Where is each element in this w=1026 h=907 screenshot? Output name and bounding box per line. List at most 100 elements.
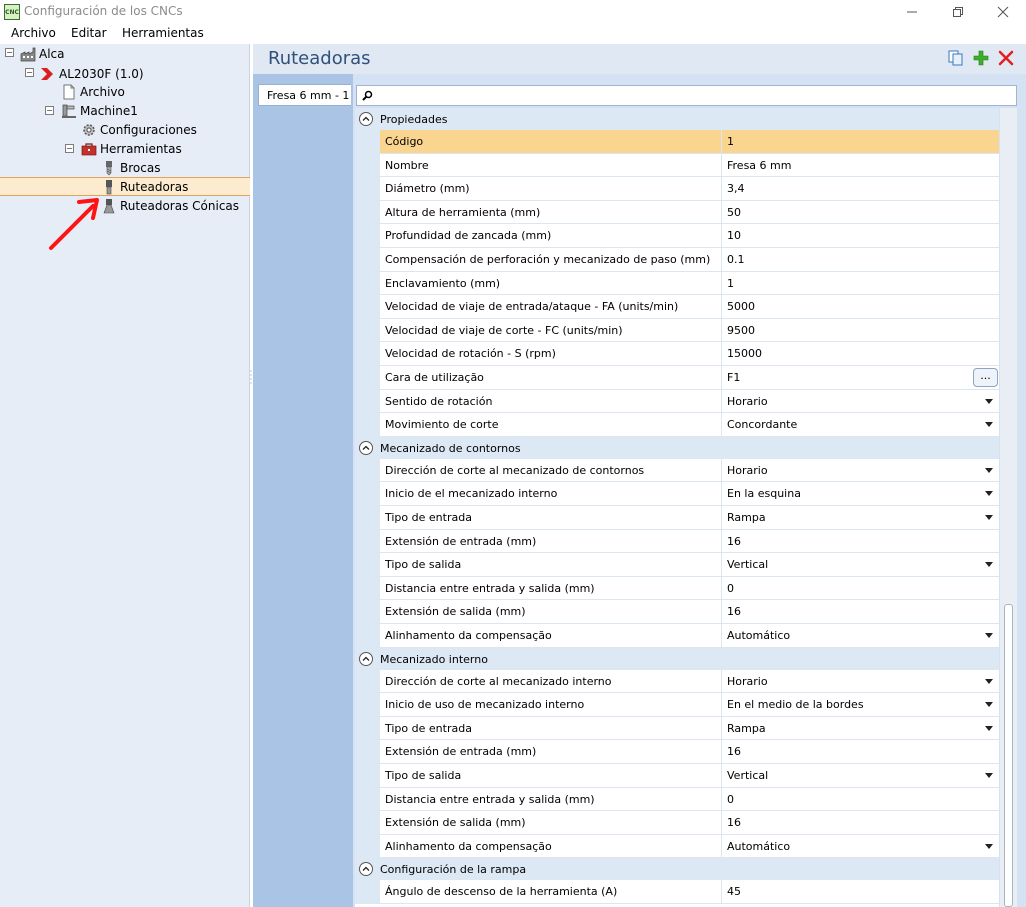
prop-value[interactable]: 16 — [722, 740, 999, 764]
prop-value[interactable]: 16 — [722, 530, 999, 554]
add-button[interactable] — [973, 50, 989, 66]
prop-value[interactable]: Rampa — [722, 506, 999, 530]
tree-item-brocas[interactable]: Brocas — [101, 158, 160, 177]
prop-value[interactable]: F1... — [722, 366, 999, 390]
expander-herramientas[interactable]: − — [65, 144, 74, 153]
prop-value[interactable]: 0 — [722, 577, 999, 601]
prop-value[interactable]: 1 — [722, 272, 999, 296]
prop-value[interactable]: Horario — [722, 459, 999, 483]
prop-value[interactable]: Rampa — [722, 717, 999, 741]
dropdown-arrow-icon[interactable] — [985, 773, 993, 778]
menu-herramientas[interactable]: Herramientas — [122, 26, 204, 40]
dropdown-arrow-icon[interactable] — [985, 725, 993, 731]
tab-fresa-6mm[interactable]: Fresa 6 mm - 1 — [258, 84, 351, 106]
tree-item-archivo[interactable]: Archivo — [61, 82, 125, 101]
tree-item-alca[interactable]: Alca — [20, 44, 65, 63]
prop-value[interactable]: 3,4 — [722, 177, 999, 201]
dropdown-arrow-icon[interactable] — [985, 633, 993, 638]
prop-row-c-tipo-salida[interactable]: Tipo de salida Vertical — [355, 553, 999, 577]
collapse-button[interactable] — [359, 862, 373, 877]
expander-alca[interactable]: − — [5, 48, 14, 57]
prop-row-c-alineamiento[interactable]: Alinhamento da compensação Automático — [355, 624, 999, 648]
prop-value[interactable]: 1 — [722, 130, 999, 154]
prop-row-codigo[interactable]: Código 1 — [355, 130, 999, 154]
prop-value[interactable]: 16 — [722, 811, 999, 835]
expander-machine1[interactable]: − — [45, 106, 54, 115]
tree-item-ruteadoras-conicas[interactable]: Ruteadoras Cónicas — [101, 196, 239, 215]
prop-row-profundidad[interactable]: Profundidad de zancada (mm) 10 — [355, 224, 999, 248]
dropdown-arrow-icon[interactable] — [985, 843, 993, 849]
section-propiedades[interactable]: Propiedades — [355, 108, 999, 130]
prop-row-i-ext-entrada[interactable]: Extensión de entrada (mm) 16 — [355, 740, 999, 764]
prop-row-vel-entrada[interactable]: Velocidad de viaje de entrada/ataque - F… — [355, 295, 999, 319]
dropdown-arrow-icon[interactable] — [985, 398, 993, 404]
delete-button[interactable] — [998, 50, 1014, 66]
prop-row-cara[interactable]: Cara de utilização F1... — [355, 366, 999, 390]
search-box[interactable] — [356, 85, 1017, 106]
dropdown-arrow-icon[interactable] — [985, 422, 993, 428]
collapse-button[interactable] — [359, 651, 373, 666]
prop-value[interactable]: Automático — [722, 835, 999, 859]
scrollbar-thumb[interactable] — [1004, 604, 1013, 907]
dropdown-arrow-icon[interactable] — [985, 467, 993, 473]
menu-archivo[interactable]: Archivo — [11, 26, 56, 40]
prop-value[interactable]: 50 — [722, 201, 999, 225]
search-input[interactable] — [377, 87, 1007, 104]
prop-value[interactable]: En el medio de la bordes — [722, 693, 999, 717]
prop-value[interactable]: 0.1 — [722, 248, 999, 272]
dropdown-arrow-icon[interactable] — [985, 562, 993, 568]
prop-row-i-ext-salida[interactable]: Extensión de salida (mm) 16 — [355, 811, 999, 835]
section-contornos[interactable]: Mecanizado de contornos — [355, 436, 999, 459]
prop-row-c-ext-salida[interactable]: Extensión de salida (mm) 16 — [355, 600, 999, 624]
prop-row-r-angulo[interactable]: Ángulo de descenso de la herramienta (A)… — [355, 880, 999, 904]
prop-row-i-direccion[interactable]: Dirección de corte al mecanizado interno… — [355, 669, 999, 694]
prop-row-c-direccion[interactable]: Dirección de corte al mecanizado de cont… — [355, 458, 999, 483]
prop-value[interactable]: 9500 — [722, 319, 999, 343]
prop-value[interactable]: 16 — [722, 600, 999, 624]
section-rampa[interactable]: Configuración de la rampa — [355, 858, 999, 881]
prop-row-i-distancia[interactable]: Distancia entre entrada y salida (mm) 0 — [355, 787, 999, 812]
tree-item-configuraciones[interactable]: Configuraciones — [81, 120, 197, 139]
prop-row-c-inicio[interactable]: Inicio de el mecanizado interno En la esq… — [355, 482, 999, 506]
prop-value[interactable]: Automático — [722, 624, 999, 648]
restore-button[interactable] — [935, 0, 981, 24]
prop-value[interactable]: 45 — [722, 880, 999, 904]
tree-item-al2030f[interactable]: AL2030F (1.0) — [40, 64, 144, 83]
prop-row-i-inicio[interactable]: Inicio de uso de mecanizado interno En el… — [355, 693, 999, 717]
prop-row-movimiento[interactable]: Movimiento de corte Concordante — [355, 413, 999, 437]
ellipsis-button[interactable]: ... — [973, 368, 998, 387]
prop-row-vel-rotacion[interactable]: Velocidad de rotación - S (rpm) 15000 — [355, 342, 999, 366]
prop-value[interactable]: En la esquina — [722, 482, 999, 506]
prop-value[interactable]: Concordante — [722, 413, 999, 437]
copy-button[interactable] — [948, 50, 964, 66]
dropdown-arrow-icon[interactable] — [985, 678, 993, 684]
collapse-button[interactable] — [359, 112, 373, 126]
prop-row-c-tipo-entrada[interactable]: Tipo de entrada Rampa — [355, 506, 999, 530]
prop-row-i-tipo-salida[interactable]: Tipo de salida Vertical — [355, 764, 999, 788]
prop-value[interactable]: 10 — [722, 224, 999, 248]
dropdown-arrow-icon[interactable] — [985, 702, 993, 708]
dropdown-arrow-icon[interactable] — [985, 515, 993, 520]
prop-value[interactable]: Fresa 6 mm — [722, 154, 999, 178]
prop-row-i-alineamiento[interactable]: Alinhamento da compensação Automático — [355, 834, 999, 859]
close-window-button[interactable] — [980, 0, 1026, 24]
prop-row-enclavamiento[interactable]: Enclavamiento (mm) 1 — [355, 271, 999, 296]
vertical-scrollbar[interactable] — [1000, 108, 1017, 907]
prop-row-sentido[interactable]: Sentido de rotación Horario — [355, 389, 999, 414]
prop-value[interactable]: 15000 — [722, 342, 999, 366]
prop-row-altura[interactable]: Altura de herramienta (mm) 50 — [355, 200, 999, 225]
tree-item-herramientas[interactable]: Herramientas — [81, 139, 182, 158]
collapse-button[interactable] — [359, 440, 373, 455]
prop-value[interactable]: Horario — [722, 390, 999, 414]
prop-value[interactable]: Vertical — [722, 553, 999, 577]
prop-row-vel-corte[interactable]: Velocidad de viaje de corte - FC (units/… — [355, 318, 999, 343]
prop-value[interactable]: Horario — [722, 670, 999, 694]
prop-row-c-distancia[interactable]: Distancia entre entrada y salida (mm) 0 — [355, 576, 999, 601]
tree-item-ruteadoras[interactable]: Ruteadoras — [0, 177, 250, 196]
prop-value[interactable]: 0 — [722, 788, 999, 812]
prop-row-diametro[interactable]: Diámetro (mm) 3,4 — [355, 177, 999, 201]
expander-al2030f[interactable]: − — [25, 68, 34, 77]
prop-row-nombre[interactable]: Nombre Fresa 6 mm — [355, 153, 999, 178]
prop-row-compensacion[interactable]: Compensación de perforación y mecanizado… — [355, 248, 999, 272]
menu-editar[interactable]: Editar — [71, 26, 107, 40]
